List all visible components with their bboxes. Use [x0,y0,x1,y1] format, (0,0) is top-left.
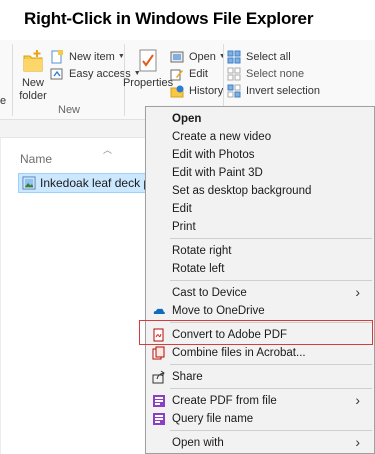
easy-access-icon [50,67,66,81]
acrobat-combine-icon [152,346,165,360]
menu-item-label: Open with [172,437,224,449]
menu-item-label: Print [172,221,196,233]
menu-item-query-file-name[interactable]: Query file name [146,410,374,428]
submenu-arrow-icon: › [355,284,360,300]
menu-item-combine-files-acrobat[interactable]: Combine files in Acrobat... [146,344,374,362]
create-pdf-icon [153,395,165,407]
menu-separator [170,364,372,365]
menu-item-share[interactable]: Share [146,368,374,386]
menu-item-rotate-left[interactable]: Rotate left [146,260,374,278]
menu-item-label: Query file name [172,413,254,425]
menu-item-edit[interactable]: Edit [146,200,374,218]
menu-item-create-new-video[interactable]: Create a new video [146,128,374,146]
image-file-icon [22,176,36,190]
select-none-button[interactable]: Select none [227,65,304,82]
ribbon-edge-label: e [0,95,7,107]
share-icon [152,370,165,384]
properties-label: Properties [122,77,174,89]
menu-item-label: Cast to Device [172,287,247,299]
menu-item-edit-with-paint-3d[interactable]: Edit with Paint 3D [146,164,374,182]
select-all-label: Select all [246,50,291,63]
highlight-annotation-box [139,320,373,345]
menu-item-label: Open [172,113,202,125]
submenu-arrow-icon: › [355,392,360,408]
query-file-icon [153,413,165,425]
menu-item-label: Edit with Paint 3D [172,167,263,179]
select-none-label: Select none [246,67,305,80]
new-item-icon [50,49,66,64]
menu-item-edit-with-photos[interactable]: Edit with Photos [146,146,374,164]
menu-item-create-pdf-from-file[interactable]: Create PDF from file › [146,392,374,410]
menu-separator [170,430,372,431]
open-icon [170,50,186,64]
select-all-icon [227,50,243,64]
select-all-button[interactable]: Select all [227,48,291,65]
menu-item-rotate-right[interactable]: Rotate right [146,242,374,260]
menu-item-cast-to-device[interactable]: Cast to Device › [146,284,374,302]
new-item-label: New item [69,50,115,63]
context-menu: Open Create a new video Edit with Photos… [145,106,375,454]
menu-separator [170,280,372,281]
select-none-icon [227,67,243,81]
invert-selection-button[interactable]: Invert selection [227,82,320,99]
easy-access-label: Easy access [69,67,131,80]
menu-item-label: Edit [172,203,192,215]
menu-item-label: Edit with Photos [172,149,255,161]
new-folder-label-line1: New [21,77,44,89]
menu-item-label: Combine files in Acrobat... [172,347,306,359]
edit-ribbon-label: Edit [189,67,208,80]
new-item-button[interactable]: New item ▼ [50,48,125,65]
sort-ascending-icon: ︿ [103,145,113,155]
submenu-arrow-icon: › [355,434,360,450]
history-icon [170,84,186,98]
new-folder-label-line2: folder [19,90,47,102]
page-title: Right-Click in Windows File Explorer [24,9,314,28]
ribbon-divider [12,44,13,116]
menu-separator [170,238,372,239]
column-header-name[interactable]: Name [20,152,52,166]
ribbon-group-new-label: New [58,104,81,116]
nav-pane-divider [0,138,1,454]
menu-item-set-desktop-background[interactable]: Set as desktop background [146,182,374,200]
menu-item-label: Rotate right [172,245,232,257]
new-folder-icon [23,50,43,72]
invert-selection-icon [227,84,243,98]
menu-item-label: Share [172,371,203,383]
menu-separator [170,388,372,389]
menu-item-open[interactable]: Open [146,110,374,128]
menu-item-move-to-onedrive[interactable]: Move to OneDrive [146,302,374,320]
invert-selection-label: Invert selection [246,84,320,97]
properties-button[interactable]: Properties [123,48,173,90]
menu-item-label: Set as desktop background [172,185,312,197]
open-ribbon-label: Open [189,50,216,63]
properties-icon [139,49,157,72]
new-folder-button[interactable]: New folder [16,48,50,103]
menu-item-label: Rotate left [172,263,225,275]
onedrive-cloud-icon [153,308,165,314]
menu-item-label: Move to OneDrive [172,305,265,317]
menu-item-label: Create a new video [172,131,272,143]
history-label: History [189,84,224,97]
menu-item-open-with[interactable]: Open with › [146,434,374,452]
menu-item-print[interactable]: Print [146,218,374,236]
menu-item-label: Create PDF from file [172,395,277,407]
open-ribbon-button[interactable]: Open ▼ [170,48,226,65]
edit-ribbon-button[interactable]: Edit [170,65,208,82]
edit-icon [170,67,186,81]
history-button[interactable]: History [170,82,223,99]
